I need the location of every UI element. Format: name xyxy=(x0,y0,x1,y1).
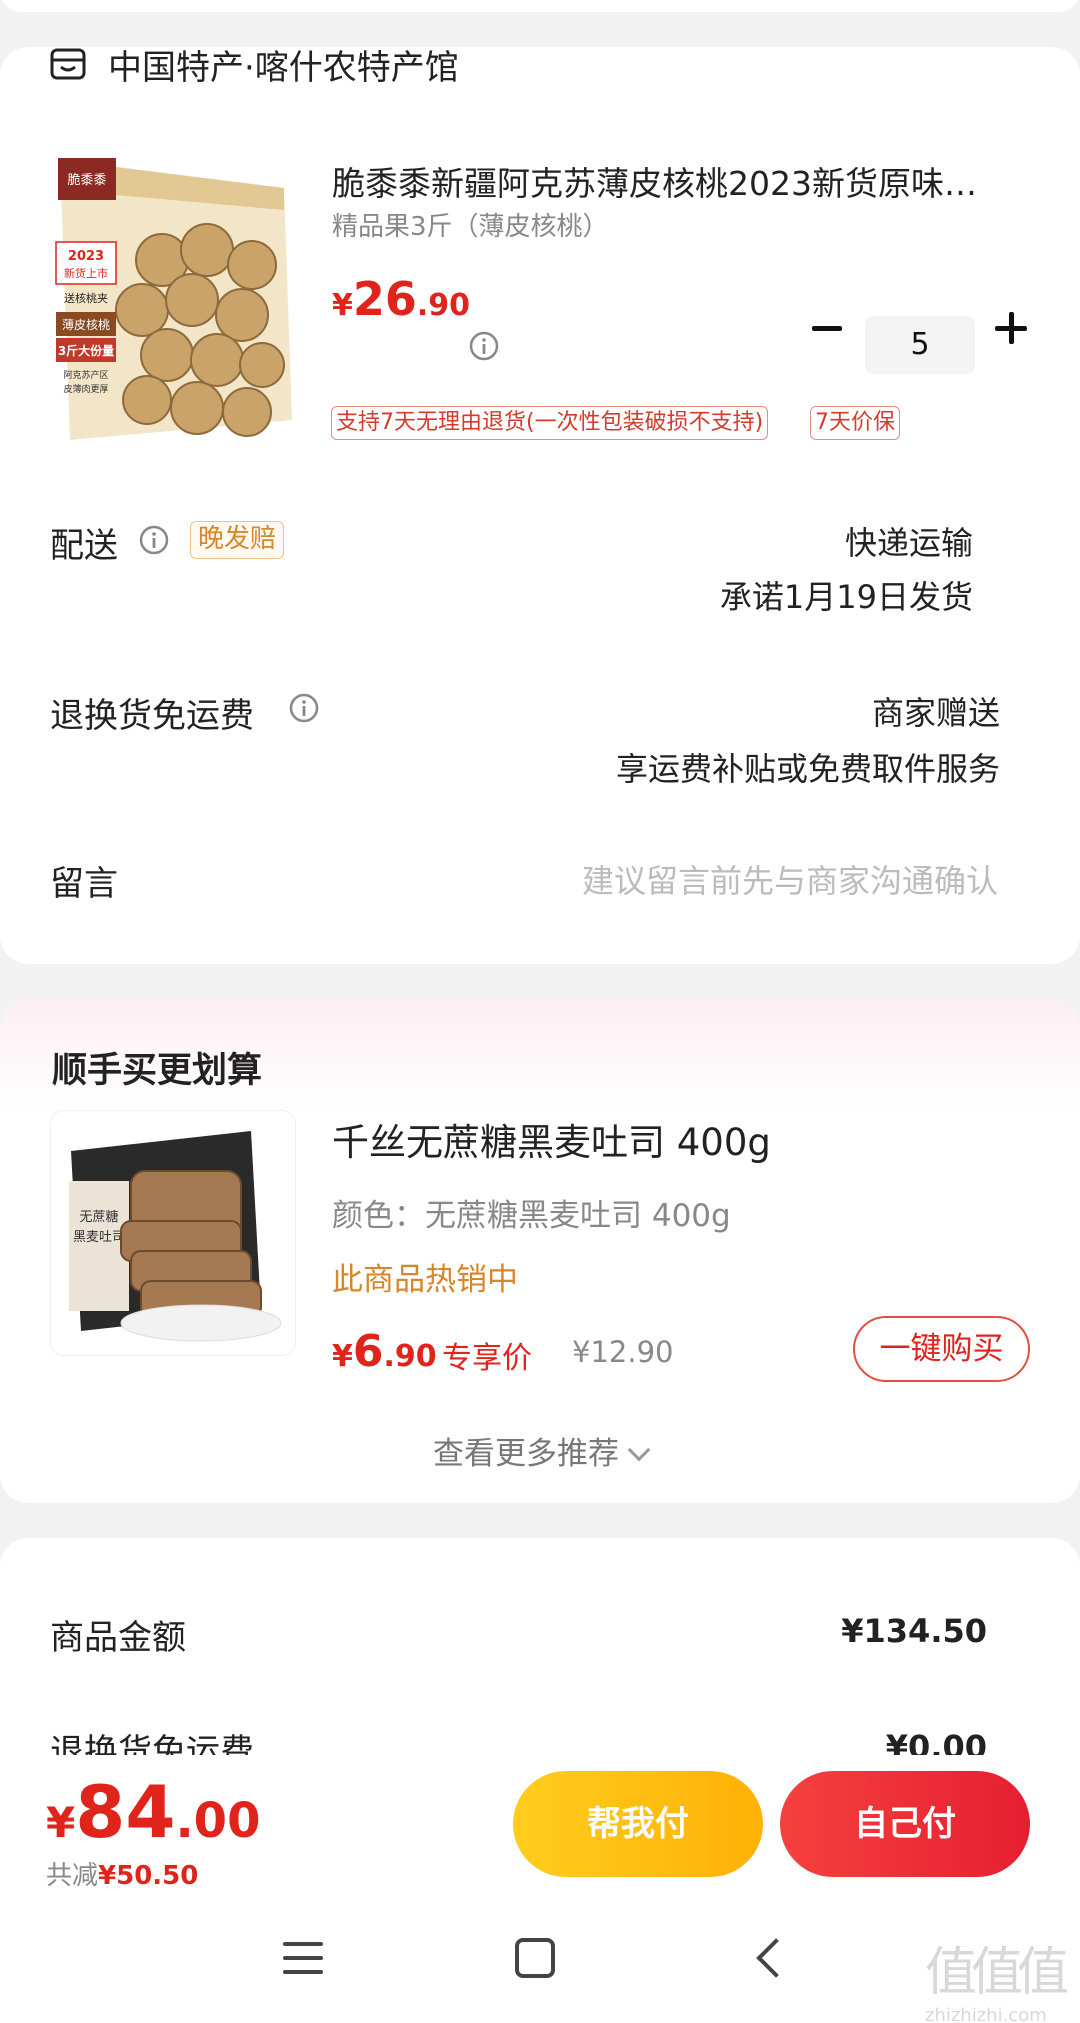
late-compensation-tag: 晚发赔 xyxy=(190,521,285,559)
original-price: ¥12.90 xyxy=(572,1335,674,1369)
svg-text:3斤大份量: 3斤大份量 xyxy=(58,343,114,358)
goods-amount-label: 商品金额 xyxy=(50,1618,186,1658)
return-freight-desc: 享运费补贴或免费取件服务 xyxy=(615,750,1000,788)
exclusive-price-label: 专享价 xyxy=(442,1341,532,1376)
price-protect-tag: 7天价保 xyxy=(810,406,900,440)
price-info-icon[interactable] xyxy=(468,330,500,362)
return-freight-gift: 商家赠送 xyxy=(871,694,1000,732)
recommend-item-hot: 此商品热销中 xyxy=(332,1262,518,1298)
more-recommend-label: 查看更多推荐 xyxy=(433,1436,619,1472)
message-label: 留言 xyxy=(50,864,118,904)
product-image-brand: 脆黍黍 xyxy=(67,172,106,188)
product-price: ¥26.90 xyxy=(332,272,471,326)
previous-card xyxy=(0,0,1080,12)
toast-image: 无蔗糖 黑麦吐司 xyxy=(51,1111,295,1355)
svg-text:黑麦吐司: 黑麦吐司 xyxy=(73,1230,125,1245)
recent-apps-icon[interactable] xyxy=(283,1938,323,1978)
recommend-item-color: 颜色：无蔗糖黑麦吐司 400g xyxy=(332,1198,731,1234)
more-recommend-link[interactable]: 查看更多推荐 xyxy=(0,1428,1080,1473)
watermark-logo: 值值值 zhizhizhi.com xyxy=(925,1943,1069,2023)
svg-text:送核桃夹: 送核桃夹 xyxy=(64,291,108,305)
svg-text:皮薄肉更厚: 皮薄肉更厚 xyxy=(63,383,108,395)
recommend-item-name[interactable]: 千丝无蔗糖黑麦吐司 400g xyxy=(332,1112,771,1166)
recommend-title: 顺手买更划算 xyxy=(52,1051,263,1091)
svg-text:新货上市: 新货上市 xyxy=(64,266,108,280)
message-input[interactable]: 建议留言前先与商家沟通确认 xyxy=(582,856,998,902)
product-title[interactable]: 脆黍黍新疆阿克苏薄皮核桃2023新货原味… xyxy=(332,157,1032,205)
shop-header[interactable]: 中国特产·喀什农特产馆 xyxy=(50,34,459,94)
store-icon xyxy=(50,48,86,80)
quantity-decrease-button[interactable] xyxy=(812,326,842,331)
one-click-buy-button[interactable]: 一键购买 xyxy=(853,1316,1030,1382)
svg-text:2023: 2023 xyxy=(68,249,104,264)
return-policy-tag: 支持7天无理由退货(一次性包装破损不支持) xyxy=(331,406,769,440)
svg-text:薄皮核桃: 薄皮核桃 xyxy=(62,317,110,332)
product-spec[interactable]: 精品果3斤（薄皮核桃） xyxy=(332,206,609,243)
goods-amount-value: ¥134.50 xyxy=(841,1612,987,1650)
delivery-promise: 承诺1月19日发货 xyxy=(719,578,973,616)
delivery-label: 配送 xyxy=(50,526,118,566)
return-freight-info-icon[interactable] xyxy=(288,692,320,724)
svg-text:无蔗糖: 无蔗糖 xyxy=(79,1209,118,1225)
delivery-info-icon[interactable] xyxy=(138,524,170,556)
product-image[interactable]: 脆黍黍 2023 新货上市 送核桃夹 薄皮核桃 3斤大份量 阿克苏产区 皮薄肉更… xyxy=(52,150,298,452)
self-pay-button[interactable]: 自己付 xyxy=(780,1771,1030,1877)
svg-text:阿克苏产区: 阿克苏产区 xyxy=(63,369,108,381)
delivery-method: 快递运输 xyxy=(844,524,973,562)
help-pay-button[interactable]: 帮我付 xyxy=(513,1771,763,1877)
discount-total: 共减¥50.50 xyxy=(46,1861,199,1891)
quantity-input[interactable]: 5 xyxy=(865,316,975,374)
total-price: ¥84.00 xyxy=(46,1770,261,1854)
chevron-down-icon xyxy=(627,1438,651,1462)
recommend-item-image[interactable]: 无蔗糖 黑麦吐司 xyxy=(50,1110,296,1356)
shop-name: 中国特产·喀什农特产馆 xyxy=(108,47,459,88)
return-freight-label: 退换货免运费 xyxy=(50,696,254,736)
recommend-item-price: ¥6.90 xyxy=(332,1326,437,1377)
quantity-increase-button[interactable] xyxy=(995,312,1027,344)
home-icon[interactable] xyxy=(515,1938,555,1978)
